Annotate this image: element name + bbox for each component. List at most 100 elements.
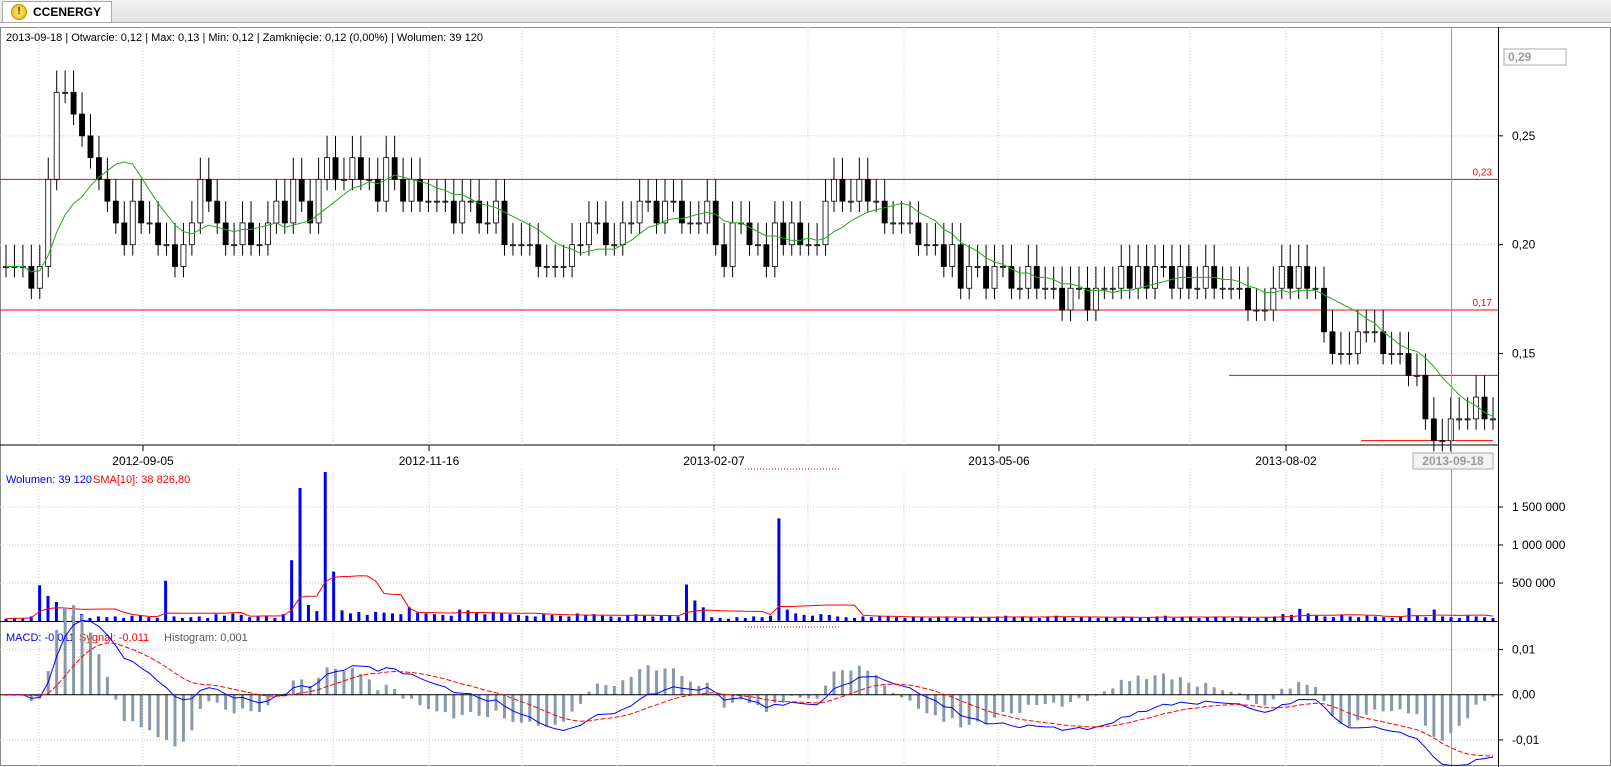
candle-body: [1245, 287, 1251, 311]
candle-body: [932, 244, 939, 247]
volume-bar: [676, 616, 680, 621]
candle-body: [493, 200, 499, 224]
histogram-bar: [1018, 694, 1022, 713]
candle-body: [36, 266, 43, 289]
price-bars: [3, 70, 1496, 452]
histogram-bar: [1314, 686, 1318, 695]
volume-bar: [617, 617, 621, 621]
volume-bar: [172, 616, 176, 621]
histogram-bar: [181, 694, 185, 742]
candle-body: [459, 200, 466, 224]
macd-tick-label: 0,00: [1512, 688, 1536, 702]
candle-body: [400, 178, 407, 202]
stock-chart[interactable]: 0,23 0,17 2013-09-18 0,29 2013-09-18 | Ot…: [0, 23, 1611, 767]
volume-bar: [407, 607, 411, 621]
y-tick-label: 0,20: [1512, 238, 1536, 252]
candle-body: [543, 266, 550, 268]
histogram-bar: [1035, 694, 1039, 706]
histogram-bar: [350, 668, 354, 695]
volume-bar: [1382, 617, 1386, 621]
histogram-bar: [1432, 694, 1436, 737]
candle-body: [814, 244, 821, 247]
volume-bar: [567, 616, 571, 621]
histogram-bar: [88, 632, 92, 695]
volume-bar: [1172, 617, 1176, 621]
volume-bar: [642, 615, 646, 621]
candle-body: [898, 222, 905, 225]
volume-bar: [96, 616, 100, 621]
candle-body: [1287, 266, 1294, 289]
volume-bar: [903, 617, 907, 621]
candle-body: [256, 244, 263, 247]
candle-body: [966, 266, 973, 289]
candle-body: [501, 200, 508, 246]
volume-bar: [340, 610, 344, 621]
volume-bar: [684, 584, 688, 621]
volume-bar: [1415, 615, 1419, 621]
candle-body: [180, 244, 187, 267]
histogram-bar: [866, 670, 870, 695]
candle-body: [1312, 287, 1319, 290]
candle-body: [847, 200, 854, 203]
candle-body: [281, 200, 288, 224]
volume-bar: [1113, 617, 1117, 621]
volume-bar: [113, 616, 117, 621]
tab-ccenergy[interactable]: ! CCENERGY: [2, 1, 113, 22]
candle-body: [1397, 353, 1403, 355]
histogram-bar: [967, 694, 971, 725]
volume-bar: [1012, 617, 1016, 621]
volume-bar: [836, 616, 840, 621]
candle-body: [1363, 331, 1370, 334]
volume-bar: [357, 611, 361, 621]
histogram-bar: [1195, 686, 1199, 695]
candle-body: [248, 222, 254, 246]
candle-body: [1380, 331, 1387, 354]
candle-body: [264, 222, 271, 246]
volume-bar: [273, 617, 277, 621]
histogram-bar: [764, 694, 768, 713]
histogram-bar: [460, 694, 464, 715]
volume-sma-legend: SMA[10]: 38 826,80: [93, 474, 190, 486]
volume-bar: [508, 614, 512, 621]
volume-bar: [500, 613, 504, 621]
histogram-bar: [1440, 694, 1444, 741]
histogram-bar: [1381, 694, 1385, 712]
volume-bar: [424, 613, 428, 621]
histogram-bar: [198, 694, 202, 709]
histogram-bar: [1085, 694, 1089, 701]
candle-body: [1371, 331, 1378, 334]
volume-bar: [1071, 617, 1075, 621]
histogram-bar: [646, 665, 650, 695]
candle-body: [1430, 418, 1437, 442]
candle-body: [1456, 418, 1463, 421]
histogram-bar: [1161, 673, 1165, 695]
histogram-bar: [1060, 694, 1064, 707]
volume-bar: [962, 617, 966, 621]
histogram-bar: [638, 669, 642, 695]
volume-bar: [861, 616, 865, 621]
histogram-bar: [55, 629, 59, 695]
volume-bar: [374, 611, 378, 621]
histogram-bar: [148, 694, 152, 731]
candle-body: [949, 244, 956, 267]
volume-bar: [222, 615, 226, 621]
candle-body: [172, 244, 178, 267]
histogram-bar: [840, 670, 844, 695]
histogram-bar: [1271, 694, 1275, 700]
volume-bar: [920, 617, 924, 621]
volume-bar: [558, 615, 562, 621]
histogram-bar: [452, 694, 456, 719]
histogram-bar: [1204, 682, 1208, 695]
histogram-bar: [165, 694, 169, 741]
histogram-bar: [1474, 694, 1478, 705]
volume-bar: [1399, 616, 1403, 621]
candle-body: [1152, 266, 1158, 289]
volume-bar: [1390, 617, 1394, 621]
histogram-bar: [942, 694, 946, 722]
histogram-bar: [1043, 694, 1047, 705]
candle-body: [62, 91, 69, 94]
candle-body: [53, 91, 60, 180]
histogram-bar: [655, 670, 659, 695]
volume-bar: [1365, 615, 1369, 621]
candle-body: [146, 222, 153, 225]
